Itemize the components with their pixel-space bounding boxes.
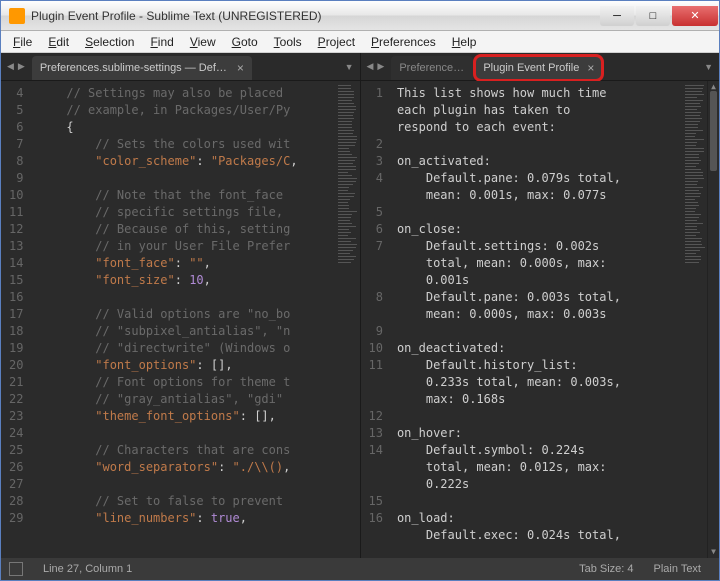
- statusbar: Line 27, Column 1 Tab Size: 4 Plain Text: [1, 558, 719, 580]
- minimap-left[interactable]: [336, 81, 360, 558]
- editor-area: ◀▶ Preferences.sublime-settings — Defaul…: [1, 53, 719, 558]
- gutter-left: 4567891011121314151617181920212223242526…: [1, 81, 33, 558]
- syntax-mode[interactable]: Plain Text: [654, 563, 702, 575]
- tab-dropdown-icon[interactable]: ▼: [698, 53, 719, 80]
- tab-preferences-truncated[interactable]: Preferences.su: [391, 56, 473, 80]
- tab-preferences-default[interactable]: Preferences.sublime-settings — Default ×: [32, 56, 252, 80]
- menu-file[interactable]: File: [5, 32, 40, 52]
- cursor-position: Line 27, Column 1: [43, 563, 132, 575]
- menu-view[interactable]: View: [182, 32, 224, 52]
- window-title: Plugin Event Profile - Sublime Text (UNR…: [31, 9, 599, 23]
- menu-edit[interactable]: Edit: [40, 32, 77, 52]
- tab-dropdown-icon[interactable]: ▼: [339, 53, 360, 80]
- tab-nav-arrows[interactable]: ◀▶: [361, 53, 391, 80]
- minimize-button[interactable]: ─: [600, 6, 634, 26]
- tab-nav-arrows[interactable]: ◀▶: [1, 53, 31, 80]
- close-icon[interactable]: ×: [237, 61, 244, 75]
- minimap-right[interactable]: [683, 81, 707, 558]
- tab-next-icon[interactable]: ▶: [18, 61, 25, 72]
- app-window: Plugin Event Profile - Sublime Text (UNR…: [0, 0, 720, 581]
- titlebar[interactable]: Plugin Event Profile - Sublime Text (UNR…: [1, 1, 719, 31]
- pane-right: ◀▶ Preferences.su Plugin Event Profile ×…: [361, 53, 720, 558]
- tab-label: Plugin Event Profile: [483, 62, 579, 74]
- close-button[interactable]: ✕: [672, 6, 718, 26]
- tab-prev-icon[interactable]: ◀: [7, 61, 14, 72]
- tabbar-left: ◀▶ Preferences.sublime-settings — Defaul…: [1, 53, 360, 81]
- code-area-left[interactable]: 4567891011121314151617181920212223242526…: [1, 81, 360, 558]
- tab-prev-icon[interactable]: ◀: [367, 61, 374, 72]
- tab-plugin-event-profile[interactable]: Plugin Event Profile ×: [475, 56, 602, 80]
- menu-goto[interactable]: Goto: [224, 32, 266, 52]
- scroll-thumb[interactable]: [710, 91, 717, 171]
- menu-find[interactable]: Find: [142, 32, 181, 52]
- menu-preferences[interactable]: Preferences: [363, 32, 444, 52]
- code-area-right[interactable]: 1 234 567 8 91011 121314 1516 This list …: [361, 81, 720, 558]
- tab-label: Preferences.su: [399, 62, 465, 74]
- menu-selection[interactable]: Selection: [77, 32, 142, 52]
- tabbar-right: ◀▶ Preferences.su Plugin Event Profile ×…: [361, 53, 720, 81]
- code-right[interactable]: This list shows how much timeeach plugin…: [393, 81, 683, 558]
- menu-help[interactable]: Help: [444, 32, 485, 52]
- tab-next-icon[interactable]: ▶: [377, 61, 384, 72]
- maximize-button[interactable]: □: [636, 6, 670, 26]
- panel-switcher-icon[interactable]: [9, 562, 23, 576]
- menu-project[interactable]: Project: [310, 32, 363, 52]
- close-icon[interactable]: ×: [587, 61, 594, 75]
- code-left[interactable]: // Settings may also be placed // exampl…: [33, 81, 335, 558]
- scroll-down-icon[interactable]: ▼: [708, 546, 719, 558]
- menu-tools[interactable]: Tools: [266, 32, 310, 52]
- scrollbar-vertical[interactable]: ▲ ▼: [707, 81, 719, 558]
- menubar: FileEditSelectionFindViewGotoToolsProjec…: [1, 31, 719, 53]
- app-icon: [9, 8, 25, 24]
- gutter-right: 1 234 567 8 91011 121314 1516: [361, 81, 393, 558]
- tab-label: Preferences.sublime-settings — Default: [40, 62, 229, 74]
- pane-left: ◀▶ Preferences.sublime-settings — Defaul…: [1, 53, 361, 558]
- tab-size[interactable]: Tab Size: 4: [579, 563, 633, 575]
